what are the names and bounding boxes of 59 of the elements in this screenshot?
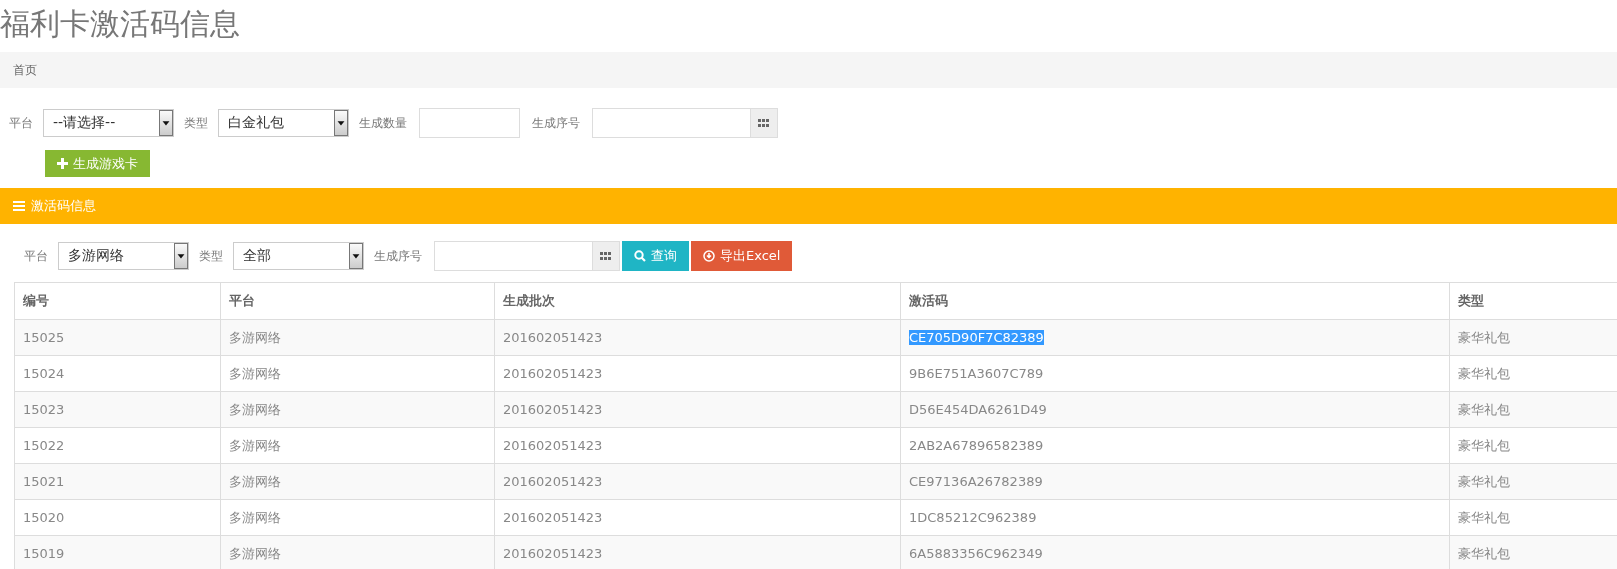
- table-cell: 201602051423: [494, 463, 901, 500]
- field-label: 生成序号: [532, 114, 580, 132]
- input-field[interactable]: [419, 108, 520, 138]
- download-icon: [703, 250, 715, 262]
- table-cell: 多游网络: [220, 391, 495, 428]
- table-cell: 15024: [14, 355, 221, 392]
- plus-icon: [57, 158, 68, 169]
- search-icon: [634, 250, 646, 262]
- table-cell: 15023: [14, 391, 221, 428]
- panel-title: 激活码信息: [31, 197, 96, 215]
- column-header: 平台: [220, 282, 495, 320]
- table-cell: 15022: [14, 427, 221, 464]
- table-cell: 多游网络: [220, 355, 495, 392]
- page-title: 福利卡激活码信息: [0, 5, 241, 43]
- table-cell: 201602051423: [494, 499, 901, 536]
- export-button[interactable]: 导出Excel: [691, 241, 793, 271]
- dropdown-caret-icon[interactable]: [334, 110, 348, 136]
- field-label: 类型: [184, 114, 208, 132]
- dropdown-select[interactable]: 全部: [233, 242, 364, 270]
- dropdown-caret-icon[interactable]: [174, 243, 188, 269]
- table-cell: 201602051423: [494, 427, 901, 464]
- table-cell: 1DC85212C962389: [909, 510, 1037, 525]
- dropdown-select[interactable]: 白金礼包: [218, 109, 349, 137]
- table-cell: D56E454DA6261D49: [909, 402, 1047, 417]
- table-cell: 15020: [14, 499, 221, 536]
- field-label: 平台: [24, 247, 48, 265]
- grid-icon: [600, 251, 612, 261]
- column-header: 激活码: [900, 282, 1450, 320]
- column-header: 生成批次: [494, 282, 901, 320]
- table-cell: 15019: [14, 535, 221, 569]
- table-cell: 201602051423: [494, 391, 901, 428]
- table-cell: 15021: [14, 463, 221, 500]
- field-label: 生成序号: [374, 247, 422, 265]
- dropdown-caret-icon[interactable]: [349, 243, 363, 269]
- table-cell: 6A5883356C962349: [909, 546, 1043, 561]
- input-field[interactable]: [434, 241, 620, 271]
- table-cell: 15025: [14, 319, 221, 356]
- table-cell: CE97136A26782389: [909, 474, 1043, 489]
- field-label: 平台: [9, 114, 33, 132]
- table-cell: 2AB2A67896582389: [909, 438, 1044, 453]
- table-cell: 多游网络: [220, 499, 495, 536]
- menu-icon: [13, 201, 25, 211]
- dropdown-caret-icon[interactable]: [159, 110, 173, 136]
- table-cell: CE705D90F7C82389: [909, 330, 1044, 345]
- column-header: 编号: [14, 282, 221, 320]
- grid-icon: [758, 118, 770, 128]
- table-cell: 多游网络: [220, 427, 495, 464]
- table-cell: 多游网络: [220, 463, 495, 500]
- table-cell: 201602051423: [494, 355, 901, 392]
- input-field[interactable]: [592, 108, 778, 138]
- breadcrumb-link[interactable]: 首页: [13, 61, 37, 79]
- field-label: 生成数量: [359, 114, 407, 132]
- table-cell: 多游网络: [220, 319, 495, 356]
- table-cell: 201602051423: [494, 319, 901, 356]
- field-label: 类型: [199, 247, 223, 265]
- table-cell: 9B6E751A3607C789: [909, 366, 1044, 381]
- column-header: 类型: [1449, 282, 1617, 320]
- dropdown-select[interactable]: 多游网络: [58, 242, 189, 270]
- dropdown-select[interactable]: --请选择--: [43, 109, 174, 137]
